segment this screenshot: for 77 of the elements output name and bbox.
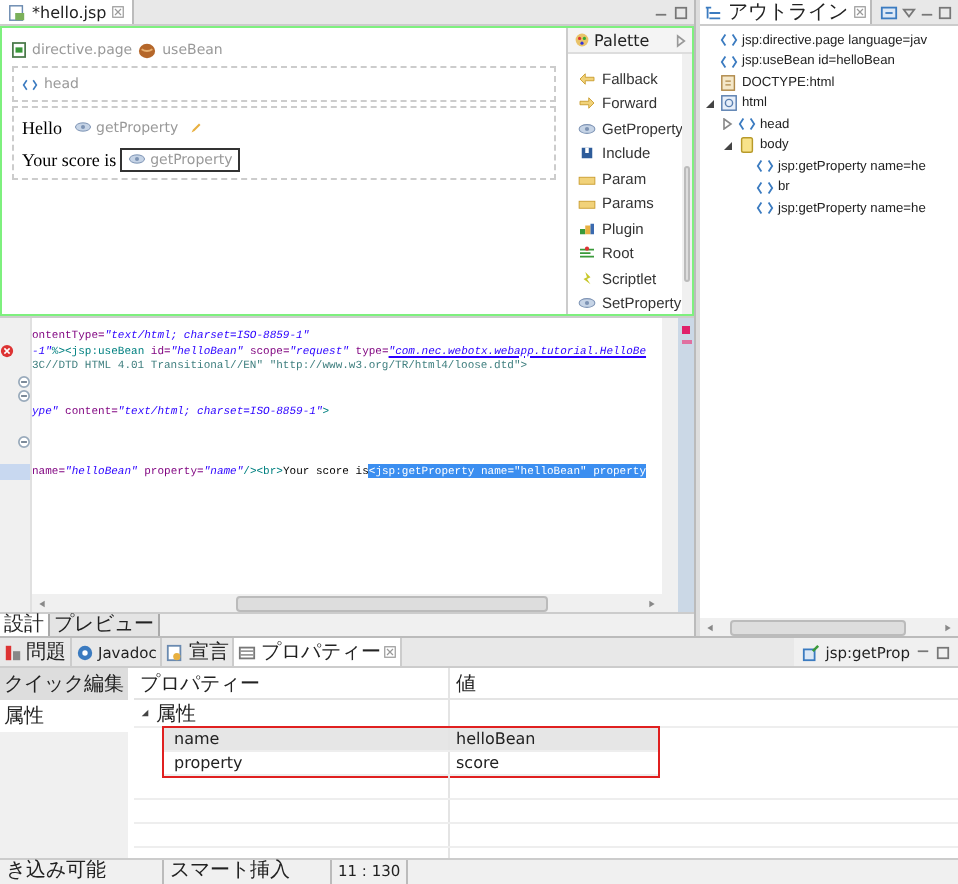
property-row[interactable]: property score bbox=[164, 752, 658, 776]
property-name: property bbox=[164, 752, 450, 774]
collapse-all-icon[interactable] bbox=[880, 3, 898, 21]
view-tab[interactable]: 設計 bbox=[0, 614, 50, 636]
palette-icon bbox=[574, 32, 590, 48]
tag-icon bbox=[720, 32, 738, 49]
table-icon bbox=[238, 643, 257, 661]
group-label: 属性 bbox=[156, 701, 196, 727]
body-text: Your score is bbox=[22, 149, 117, 169]
expand-arrow-icon[interactable] bbox=[722, 139, 734, 152]
editor-tab[interactable]: *hello.jsp bbox=[0, 0, 135, 24]
column-header[interactable]: 値 bbox=[450, 668, 958, 698]
section-tab[interactable]: クイック編集 bbox=[0, 668, 128, 700]
plugin-icon bbox=[578, 221, 596, 236]
annotation-marker[interactable] bbox=[681, 340, 691, 344]
fold-icon[interactable] bbox=[18, 435, 30, 448]
tag-icon bbox=[720, 53, 738, 70]
maximize-icon[interactable] bbox=[674, 5, 688, 19]
eye-icon bbox=[74, 122, 92, 132]
status-field: スマート挿入 bbox=[164, 860, 332, 884]
error-icon bbox=[0, 343, 14, 358]
scroll-right-icon[interactable] bbox=[944, 623, 952, 631]
dropdown-icon[interactable] bbox=[902, 5, 916, 19]
view-tab[interactable]: プレビュー bbox=[50, 614, 160, 636]
root-icon bbox=[578, 246, 596, 261]
outline-tab-title: アウトライン bbox=[728, 0, 848, 26]
outline-icon bbox=[704, 3, 722, 21]
collapse-arrow-icon[interactable] bbox=[676, 33, 686, 47]
expand-arrow-icon[interactable] bbox=[140, 708, 150, 718]
expand-arrow-icon[interactable] bbox=[704, 97, 716, 110]
eye-icon bbox=[128, 154, 147, 164]
fold-icon[interactable] bbox=[18, 390, 30, 403]
directive-icon bbox=[12, 42, 26, 58]
outline-tab[interactable]: アウトライン bbox=[700, 0, 872, 24]
close-icon[interactable] bbox=[384, 646, 397, 658]
bean-icon bbox=[138, 41, 157, 59]
body-icon bbox=[738, 136, 756, 155]
left-arrow-icon bbox=[578, 71, 596, 86]
status-field: き込み可能 bbox=[0, 860, 164, 884]
property-value: score bbox=[454, 752, 501, 774]
property-row[interactable]: name helloBean bbox=[164, 728, 658, 752]
include-icon bbox=[578, 146, 596, 161]
problems-icon bbox=[4, 643, 22, 661]
view-tab[interactable]: プロパティー bbox=[234, 638, 403, 666]
scroll-left-icon[interactable] bbox=[38, 599, 46, 607]
tag-icon bbox=[756, 200, 774, 217]
tag-icon bbox=[738, 116, 756, 133]
section-tab[interactable]: 属性 bbox=[0, 700, 128, 732]
column-header[interactable]: プロパティー bbox=[134, 668, 450, 698]
palette-title: Palette bbox=[594, 31, 650, 49]
document-icon bbox=[720, 73, 738, 92]
eye-icon bbox=[578, 121, 596, 136]
property-value: helloBean bbox=[454, 728, 538, 750]
maximize-icon[interactable] bbox=[938, 5, 952, 19]
editor-tab-title: *hello.jsp bbox=[32, 3, 107, 21]
body-text: Hello bbox=[22, 117, 62, 137]
property-name: name bbox=[164, 728, 450, 750]
scriptlet-icon bbox=[578, 271, 596, 286]
scrollbar-thumb[interactable] bbox=[235, 595, 549, 611]
right-arrow-icon bbox=[578, 96, 596, 111]
scroll-right-icon[interactable] bbox=[648, 599, 656, 607]
tag-icon bbox=[756, 158, 774, 175]
error-marker[interactable] bbox=[682, 326, 690, 334]
scrollbar-thumb[interactable] bbox=[730, 619, 907, 635]
close-icon[interactable] bbox=[112, 6, 125, 18]
maximize-icon[interactable] bbox=[936, 645, 950, 659]
tag-icon bbox=[22, 77, 38, 91]
tag-edit-icon bbox=[801, 643, 820, 661]
scroll-left-icon[interactable] bbox=[706, 623, 714, 631]
close-icon[interactable] bbox=[854, 6, 866, 18]
fold-icon[interactable] bbox=[18, 375, 30, 388]
file-icon bbox=[8, 3, 26, 21]
page-icon bbox=[720, 94, 738, 113]
tag-icon bbox=[756, 179, 774, 196]
view-tab[interactable]: 問題 bbox=[0, 638, 72, 666]
vertical-scrollbar[interactable] bbox=[662, 318, 678, 612]
eye-icon bbox=[578, 296, 596, 311]
